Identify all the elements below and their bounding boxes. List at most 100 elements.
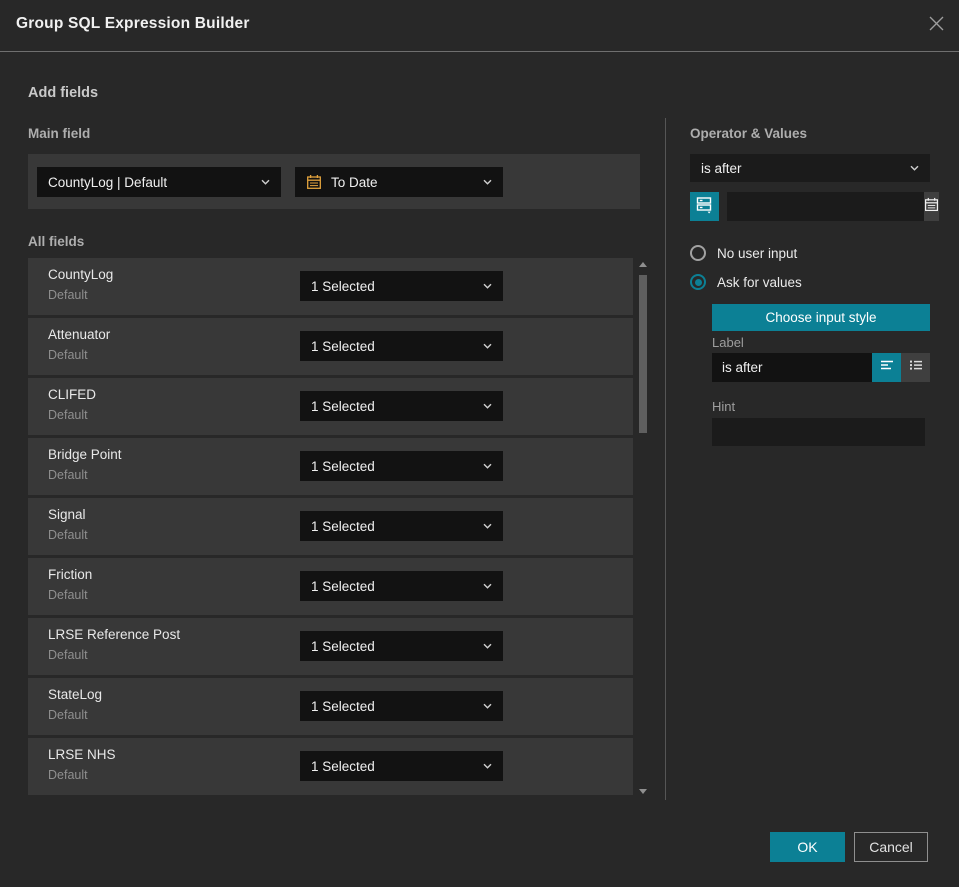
field-subtitle: Default (48, 588, 88, 602)
dropdown-value: 1 Selected (311, 758, 375, 774)
calendar-icon (306, 174, 322, 190)
field-selection-dropdown[interactable]: 1 Selected (300, 331, 503, 361)
field-name: Bridge Point (48, 447, 122, 462)
dropdown-value: 1 Selected (311, 638, 375, 654)
chevron-down-icon (483, 763, 492, 769)
chevron-down-icon (483, 283, 492, 289)
field-selection-dropdown[interactable]: 1 Selected (300, 511, 503, 541)
layers-stack-icon (695, 195, 714, 219)
close-button[interactable] (925, 15, 947, 37)
radio-selected-icon[interactable] (690, 274, 706, 290)
field-subtitle: Default (48, 348, 88, 362)
align-left-icon (879, 357, 895, 378)
dropdown-value: 1 Selected (311, 518, 375, 534)
main-field-label: Main field (28, 126, 91, 141)
list-value-style-button[interactable] (901, 353, 930, 382)
no-user-input-label: No user input (717, 245, 798, 261)
field-name: CountyLog (48, 267, 114, 282)
dropdown-value: 1 Selected (311, 338, 375, 354)
field-row: CLIFED Default 1 Selected (28, 378, 633, 435)
dropdown-value: 1 Selected (311, 458, 375, 474)
chevron-down-icon (483, 583, 492, 589)
choose-input-style-button[interactable]: Choose input style (712, 304, 930, 331)
field-subtitle: Default (48, 528, 88, 542)
field-selection-dropdown[interactable]: 1 Selected (300, 451, 503, 481)
dropdown-value: 1 Selected (311, 578, 375, 594)
panel-divider (665, 118, 666, 800)
scrollbar-thumb[interactable] (639, 275, 647, 433)
cancel-button[interactable]: Cancel (854, 832, 928, 862)
chevron-down-icon (261, 179, 270, 185)
operator-values-heading: Operator & Values (690, 126, 808, 141)
label-label: Label (712, 335, 744, 350)
field-name: LRSE Reference Post (48, 627, 181, 642)
field-row: Attenuator Default 1 Selected (28, 318, 633, 375)
main-field-dropdown-value: CountyLog | Default (48, 174, 168, 190)
date-field-dropdown-value: To Date (331, 174, 378, 190)
chevron-down-icon (483, 463, 492, 469)
operator-dropdown[interactable]: is after (690, 154, 930, 182)
group-sql-expression-builder-dialog: Group SQL Expression Builder Add fields … (0, 0, 959, 887)
dialog-title: Group SQL Expression Builder (16, 15, 250, 32)
bulleted-list-icon (908, 357, 924, 378)
field-selection-dropdown[interactable]: 1 Selected (300, 391, 503, 421)
date-field-dropdown[interactable]: To Date (295, 167, 503, 197)
field-name: Attenuator (48, 327, 111, 342)
operator-dropdown-value: is after (701, 160, 742, 176)
chevron-down-icon (910, 165, 919, 171)
field-name: LRSE NHS (48, 747, 116, 762)
close-icon (928, 15, 945, 37)
field-selection-dropdown[interactable]: 1 Selected (300, 631, 503, 661)
title-bar: Group SQL Expression Builder (0, 0, 959, 52)
field-name: StateLog (48, 687, 103, 702)
field-name: Friction (48, 567, 93, 582)
field-row: Friction Default 1 Selected (28, 558, 633, 615)
date-picker-button[interactable] (924, 192, 939, 221)
ask-for-values-label: Ask for values (717, 274, 802, 290)
all-fields-list: CountyLog Default 1 Selected Attenuator … (28, 258, 633, 795)
field-subtitle: Default (48, 708, 88, 722)
main-field-dropdown[interactable]: CountyLog | Default (37, 167, 281, 197)
field-row: Signal Default 1 Selected (28, 498, 633, 555)
dropdown-value: 1 Selected (311, 698, 375, 714)
ask-for-values-option[interactable]: Ask for values (690, 274, 802, 290)
radio-unselected-icon[interactable] (690, 245, 706, 261)
field-name: Signal (48, 507, 86, 522)
ok-button[interactable]: OK (770, 832, 845, 862)
field-selection-dropdown[interactable]: 1 Selected (300, 691, 503, 721)
field-selection-dropdown[interactable]: 1 Selected (300, 571, 503, 601)
label-input[interactable] (712, 353, 872, 382)
chevron-down-icon (483, 523, 492, 529)
field-list-scrollbar[interactable] (636, 258, 651, 798)
hint-label: Hint (712, 399, 736, 414)
field-selection-dropdown[interactable]: 1 Selected (300, 271, 503, 301)
field-name: CLIFED (48, 387, 97, 402)
chevron-down-icon (483, 703, 492, 709)
field-subtitle: Default (48, 468, 88, 482)
dropdown-value: 1 Selected (311, 398, 375, 414)
all-fields-label: All fields (28, 234, 85, 249)
chevron-down-icon (483, 403, 492, 409)
hint-input[interactable] (712, 418, 925, 446)
field-subtitle: Default (48, 288, 88, 302)
chevron-down-icon (483, 343, 492, 349)
field-subtitle: Default (48, 648, 88, 662)
field-subtitle: Default (48, 408, 88, 422)
single-value-style-button[interactable] (872, 353, 901, 382)
field-subtitle: Default (48, 768, 88, 782)
scroll-up-icon[interactable] (639, 262, 647, 267)
field-row: Bridge Point Default 1 Selected (28, 438, 633, 495)
scroll-down-icon[interactable] (639, 789, 647, 794)
add-fields-heading: Add fields (28, 85, 99, 101)
field-row: LRSE Reference Post Default 1 Selected (28, 618, 633, 675)
field-row: CountyLog Default 1 Selected (28, 258, 633, 315)
field-row: LRSE NHS Default 1 Selected (28, 738, 633, 795)
value-source-button[interactable] (690, 192, 719, 221)
field-selection-dropdown[interactable]: 1 Selected (300, 751, 503, 781)
no-user-input-option[interactable]: No user input (690, 245, 797, 261)
chevron-down-icon (483, 179, 492, 185)
main-field-panel: CountyLog | Default To Date (28, 154, 640, 209)
dropdown-value: 1 Selected (311, 278, 375, 294)
chevron-down-icon (483, 643, 492, 649)
date-value-input[interactable] (727, 192, 924, 221)
